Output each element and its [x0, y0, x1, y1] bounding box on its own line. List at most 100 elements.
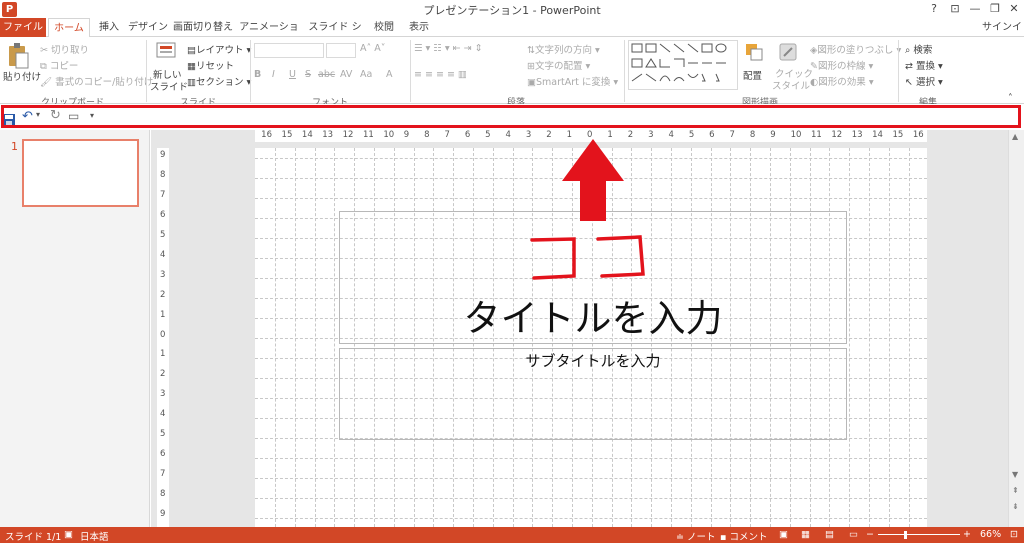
signin-link[interactable]: サインイン [980, 18, 1024, 52]
text-direction-icon: ⇅ [527, 45, 535, 56]
new-slide-icon[interactable] [156, 41, 178, 65]
select-label: 選択 [916, 77, 936, 88]
shape-fill-label: 図形の塗りつぶし [817, 45, 894, 56]
bullets-icon[interactable]: ☰ ▾ ☷ ▾ ⇤ ⇥ ⇕ [414, 43, 483, 54]
collapse-ribbon-icon[interactable]: ˄ [1008, 93, 1013, 104]
font-color-button[interactable]: A [386, 69, 393, 80]
ruler-tick-label: 3 [160, 269, 166, 280]
zoom-out-icon[interactable]: − [866, 529, 874, 540]
subtitle-placeholder-text[interactable]: サブタイトルを入力 [339, 350, 847, 371]
notes-button[interactable]: ≐ ノート [676, 529, 716, 543]
copy-button[interactable]: ⧉ コピー [40, 58, 78, 72]
separator [898, 40, 899, 102]
shadow-button[interactable]: S [305, 69, 311, 80]
arrange-icon[interactable] [745, 42, 765, 64]
pen-icon: ✎ [810, 61, 818, 72]
bold-button[interactable]: B [254, 69, 261, 80]
restore-icon[interactable]: ❐ [986, 1, 1004, 16]
replace-button[interactable]: ⇄ 置換 ▾ [905, 58, 943, 72]
next-slide-icon[interactable]: ⇟ [1012, 502, 1019, 511]
shape-fill-button[interactable]: ◈図形の塗りつぶし ▾ [810, 42, 901, 56]
normal-view-icon[interactable]: ▣ [779, 529, 788, 540]
underline-button[interactable]: U [289, 69, 296, 80]
ruler-tick-label: 5 [160, 229, 166, 240]
slide-thumbnail[interactable] [22, 139, 139, 207]
smartart-button[interactable]: ▣SmartArt に変換 ▾ [527, 74, 618, 88]
find-button[interactable]: ⌕ 検索 [905, 42, 932, 56]
scroll-up-icon[interactable]: ▲ [1012, 132, 1018, 141]
zoom-level[interactable]: 66% [980, 529, 1001, 540]
shape-effects-button[interactable]: ◐図形の効果 ▾ [810, 74, 874, 88]
char-spacing-button[interactable]: AV [340, 69, 352, 80]
language-indicator[interactable]: 日本語 [80, 529, 109, 543]
select-button[interactable]: ↖ 選択 ▾ [905, 74, 943, 88]
quick-styles-icon[interactable] [778, 42, 800, 64]
ruler-tick-label: 9 [160, 150, 166, 160]
comments-button[interactable]: ▪ コメント [720, 529, 768, 543]
brush-icon: 🖌 [40, 77, 53, 88]
separator [624, 40, 625, 102]
tab-file[interactable]: ファイル [0, 18, 46, 37]
help-icon[interactable]: ? [925, 1, 943, 16]
tab-view[interactable]: 表示 [402, 18, 436, 37]
ruler-tick-label: 14 [301, 130, 313, 140]
zoom-slider-thumb[interactable] [904, 531, 907, 539]
ruler-tick-label: 8 [424, 130, 430, 140]
thumbnail-number: 1 [11, 140, 18, 153]
grow-font-icon[interactable]: A˄ A˅ [360, 43, 386, 54]
ruler-tick-label: 6 [709, 130, 715, 140]
quick-styles-button[interactable]: スタイル [772, 78, 810, 92]
arrange-button[interactable]: 配置 [743, 68, 762, 82]
ribbon-display-options-icon[interactable]: ⊡ [946, 1, 964, 16]
zoom-in-icon[interactable]: + [963, 529, 971, 540]
annotation-highlight-box [1, 105, 1021, 128]
shape-outline-button[interactable]: ✎図形の枠線 ▾ [810, 58, 873, 72]
layout-button[interactable]: ▤レイアウト ▾ [187, 42, 251, 56]
paste-icon[interactable] [6, 43, 30, 71]
section-button[interactable]: ▥セクション ▾ [187, 74, 251, 88]
tab-animations[interactable]: アニメーション [238, 18, 300, 52]
slide-sorter-icon[interactable]: ▦ [801, 529, 810, 540]
title-placeholder-text[interactable]: タイトルを入力 [339, 288, 847, 342]
slideshow-view-icon[interactable]: ▭ [849, 529, 858, 540]
new-slide-button[interactable]: スライド [150, 79, 188, 93]
ruler-tick-label: 10 [383, 130, 395, 140]
font-name-combobox[interactable] [254, 43, 324, 58]
reading-view-icon[interactable]: ▤ [825, 529, 834, 540]
tab-home[interactable]: ホーム [48, 18, 90, 37]
gridline [255, 518, 927, 519]
vertical-scrollbar[interactable]: ▲ ▼ ⇞ ⇟ [1008, 130, 1024, 527]
prev-slide-icon[interactable]: ⇞ [1012, 486, 1019, 495]
tab-transitions[interactable]: 画面切り替え [172, 18, 234, 37]
change-case-button[interactable]: Aa [360, 69, 372, 80]
spellcheck-icon[interactable]: ▣ [64, 529, 73, 540]
fit-to-window-icon[interactable]: ⊡ [1010, 529, 1018, 540]
ruler-tick-label: 3 [648, 130, 654, 140]
minimize-icon[interactable]: — [966, 1, 984, 16]
text-direction-button[interactable]: ⇅文字列の方向 ▾ [527, 42, 600, 56]
find-label: 検索 [913, 45, 933, 56]
tab-insert[interactable]: 挿入 [92, 18, 126, 37]
cursor-icon: ↖ [905, 77, 913, 88]
zoom-slider[interactable] [878, 534, 960, 535]
tab-design[interactable]: デザイン [128, 18, 168, 37]
paste-button[interactable]: 貼り付け [3, 69, 41, 83]
italic-button[interactable]: I [272, 69, 275, 80]
close-icon[interactable]: ✕ [1005, 1, 1023, 16]
reset-button[interactable]: ▦リセット [187, 58, 234, 72]
tab-slideshow[interactable]: スライド ショー [304, 18, 366, 52]
strikethrough-button[interactable]: abc [318, 69, 335, 80]
align-icons[interactable]: ≡ ≡ ≡ ≡ ▥ [414, 69, 467, 80]
scroll-down-icon[interactable]: ▼ [1012, 470, 1018, 479]
tab-review[interactable]: 校閲 [370, 18, 398, 37]
ruler-tick-label: 2 [627, 130, 634, 140]
ruler-tick-label: 16 [261, 130, 272, 140]
ruler-tick-label: 4 [505, 130, 511, 140]
layout-label: レイアウト [195, 45, 244, 56]
smartart-label: SmartArt に変換 [535, 77, 611, 88]
cut-button[interactable]: ✂ 切り取り [40, 42, 89, 56]
format-painter-button[interactable]: 🖌 書式のコピー/貼り付け [40, 74, 153, 88]
align-text-button[interactable]: ⊞文字の配置 ▾ [527, 58, 590, 72]
font-size-combobox[interactable] [326, 43, 356, 58]
shapes-gallery[interactable] [628, 40, 738, 90]
